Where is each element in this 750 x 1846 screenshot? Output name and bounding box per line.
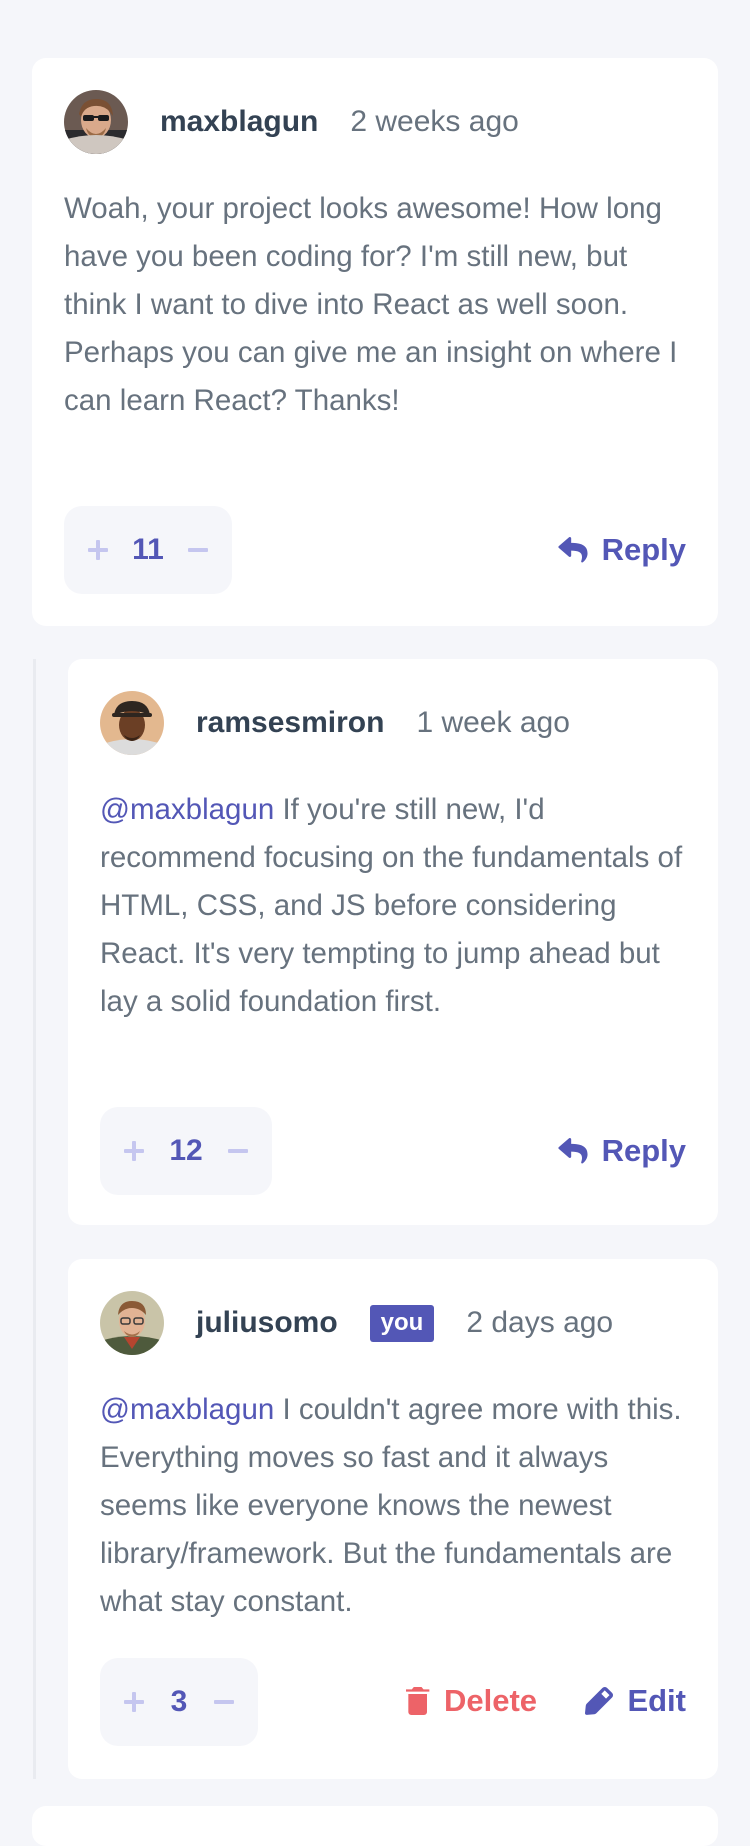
comment-header: juliusomo you 2 days ago — [100, 1291, 613, 1355]
vote-counter: 3 — [100, 1658, 258, 1746]
comment-header: ramsesmiron 1 week ago — [100, 691, 570, 755]
reply-icon — [558, 536, 588, 562]
timestamp: 2 weeks ago — [350, 105, 519, 138]
reply-button[interactable]: Reply — [558, 532, 686, 568]
upvote-button[interactable] — [120, 1137, 148, 1165]
comment-card-partial — [32, 1806, 718, 1846]
downvote-button[interactable] — [224, 1137, 252, 1165]
downvote-button[interactable] — [184, 536, 212, 564]
reply-button[interactable]: Reply — [558, 1133, 686, 1169]
comment-body: Woah, your project looks awesome! How lo… — [64, 192, 678, 417]
plus-icon — [124, 1141, 144, 1161]
reply-label: Reply — [601, 1133, 686, 1168]
comment-body: I couldn't agree more with this. Everyth… — [100, 1393, 682, 1618]
reply-card-own: juliusomo you 2 days ago @maxblagun I co… — [68, 1259, 718, 1779]
downvote-button[interactable] — [210, 1688, 238, 1716]
mention-link[interactable]: @maxblagun — [100, 1393, 274, 1426]
username: ramsesmiron — [196, 706, 385, 739]
minus-icon — [214, 1700, 234, 1704]
upvote-button[interactable] — [84, 536, 112, 564]
vote-counter: 12 — [100, 1107, 272, 1195]
vote-score: 11 — [132, 533, 164, 566]
delete-button[interactable]: Delete — [406, 1683, 537, 1719]
plus-icon — [124, 1692, 144, 1712]
reply-thread-line — [33, 659, 36, 1779]
comment-text: @maxblagun If you're still new, I'd reco… — [100, 786, 700, 1026]
mention-link[interactable]: @maxblagun — [100, 793, 274, 826]
comment-body: If you're still new, I'd recommend focus… — [100, 793, 683, 1018]
reply-icon — [558, 1137, 588, 1163]
vote-score: 3 — [170, 1685, 188, 1718]
comment-text: Woah, your project looks awesome! How lo… — [64, 185, 694, 425]
vote-counter: 11 — [64, 506, 232, 594]
timestamp: 1 week ago — [416, 706, 570, 739]
username: maxblagun — [160, 105, 319, 138]
minus-icon — [228, 1149, 248, 1153]
reply-card: ramsesmiron 1 week ago @maxblagun If you… — [68, 659, 718, 1225]
edit-label: Edit — [627, 1683, 686, 1718]
trash-icon — [406, 1687, 430, 1715]
delete-label: Delete — [444, 1683, 538, 1718]
username: juliusomo — [196, 1306, 338, 1339]
vote-score: 12 — [169, 1134, 203, 1167]
avatar — [100, 1291, 164, 1355]
pencil-icon — [585, 1687, 614, 1715]
avatar — [64, 90, 128, 154]
avatar — [100, 691, 164, 755]
comment-text: @maxblagun I couldn't agree more with th… — [100, 1386, 700, 1626]
comment-header: maxblagun 2 weeks ago — [64, 90, 519, 154]
plus-icon — [88, 540, 108, 560]
edit-button[interactable]: Edit — [585, 1683, 686, 1719]
minus-icon — [188, 548, 208, 552]
reply-label: Reply — [601, 532, 686, 567]
timestamp: 2 days ago — [466, 1306, 614, 1339]
upvote-button[interactable] — [120, 1688, 148, 1716]
you-badge: you — [369, 1304, 435, 1342]
comment-card: maxblagun 2 weeks ago Woah, your project… — [32, 58, 718, 626]
